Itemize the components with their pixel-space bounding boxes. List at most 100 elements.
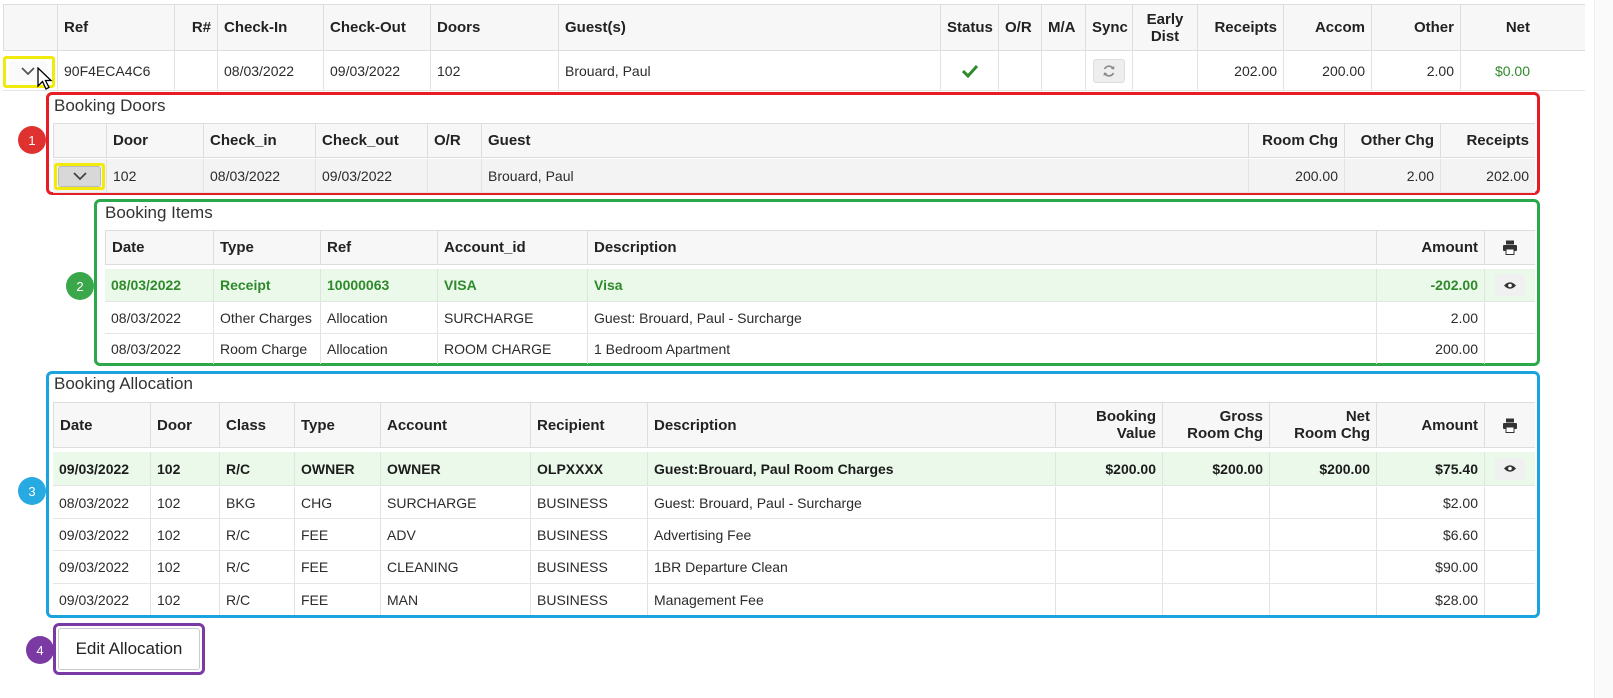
alloc-booking-value: [1055, 519, 1162, 550]
sync-cell: [1085, 51, 1132, 90]
col-receipts[interactable]: Receipts: [1440, 124, 1535, 157]
col-door[interactable]: Door: [106, 124, 203, 157]
print-cell: [1484, 231, 1535, 264]
status-cell: [940, 51, 998, 90]
allocation-row[interactable]: 08/03/2022 102 BKG CHG SURCHARGE BUSINESS Gues…: [53, 487, 1535, 519]
col-other[interactable]: Other: [1371, 5, 1460, 50]
alloc-amount: $75.40: [1376, 452, 1484, 485]
allocation-row[interactable]: 09/03/2022 102 R/C FEE MAN BUSINESS Management…: [53, 584, 1535, 615]
alloc-description: Management Fee: [647, 584, 1055, 615]
booking-doors-title: Booking Doors: [54, 96, 166, 115]
col-account-id[interactable]: Account_id: [437, 231, 587, 264]
col-description[interactable]: Description: [587, 231, 1376, 264]
col-type[interactable]: Type: [294, 403, 380, 447]
col-status[interactable]: Status: [940, 5, 998, 50]
alloc-date: 09/03/2022: [59, 559, 130, 575]
scrollbar[interactable]: [1594, 0, 1613, 698]
col-description[interactable]: Description: [647, 403, 1055, 447]
booking-item-row[interactable]: 08/03/2022 Other Charges Allocation SURC…: [105, 302, 1535, 334]
booking-allocation-title: Booking Allocation: [54, 374, 193, 393]
booking-row[interactable]: 90F4ECA4C6 08/03/2022 09/03/2022 102 Bro…: [3, 51, 1585, 91]
allocation-row[interactable]: 09/03/2022 102 R/C OWNER OWNER OLPXXXX Guest:B…: [53, 452, 1535, 486]
alloc-recipient: BUSINESS: [530, 519, 647, 550]
booking-doors-header: Door Check_in Check_out O/R Guest Room C…: [53, 123, 1535, 158]
col-check-in[interactable]: Check_in: [203, 124, 315, 157]
alloc-date: 09/03/2022: [59, 591, 130, 608]
edit-allocation-button[interactable]: Edit Allocation: [58, 628, 200, 670]
col-early-dist[interactable]: Early Dist: [1132, 5, 1197, 50]
col-guest[interactable]: Guest: [481, 124, 1248, 157]
alloc-class: R/C: [219, 584, 294, 615]
booking-item-row[interactable]: 08/03/2022 Room Charge Allocation ROOM C…: [105, 334, 1535, 364]
badge-3: 3: [18, 477, 46, 505]
col-or[interactable]: O/R: [427, 124, 481, 157]
edit-allocation-label: Edit Allocation: [75, 639, 183, 658]
alloc-recipient: BUSINESS: [530, 487, 647, 518]
booking-items-title: Booking Items: [105, 203, 213, 222]
col-ref[interactable]: Ref: [320, 231, 437, 264]
item-type: Receipt: [213, 269, 320, 301]
booking-ref: 90F4ECA4C6: [57, 51, 174, 90]
col-checkin[interactable]: Check-In: [217, 5, 323, 50]
col-or[interactable]: O/R: [998, 5, 1041, 50]
col-date[interactable]: Date: [53, 403, 150, 447]
col-date[interactable]: Date: [105, 231, 213, 264]
col-gross-room-chg[interactable]: Gross Room Chg: [1162, 403, 1269, 447]
col-checkout[interactable]: Check-Out: [323, 5, 430, 50]
col-booking-value[interactable]: Booking Value: [1055, 403, 1162, 447]
alloc-type: FEE: [294, 584, 380, 615]
col-type[interactable]: Type: [213, 231, 320, 264]
col-net-room-chg[interactable]: Net Room Chg: [1269, 403, 1376, 447]
allocation-row[interactable]: 09/03/2022 102 R/C FEE CLEANING BUSINESS 1BR D…: [53, 551, 1535, 584]
col-receipts[interactable]: Receipts: [1197, 5, 1283, 50]
door-number: 102: [106, 159, 203, 192]
col-sync[interactable]: Sync: [1085, 5, 1132, 50]
chevron-down-icon: [72, 172, 87, 181]
print-icon[interactable]: [1502, 240, 1518, 255]
col-other-chg[interactable]: Other Chg: [1344, 124, 1440, 157]
alloc-type: CHG: [294, 487, 380, 518]
booking-door-row[interactable]: 102 08/03/2022 09/03/2022 Brouard, Paul …: [53, 159, 1535, 193]
col-check-out[interactable]: Check_out: [315, 124, 427, 157]
col-amount[interactable]: Amount: [1376, 403, 1484, 447]
item-account-id: ROOM CHARGE: [437, 334, 587, 364]
col-ref[interactable]: Ref: [57, 5, 174, 50]
sync-button[interactable]: [1093, 58, 1125, 83]
col-net[interactable]: Net: [1460, 5, 1536, 50]
col-amount[interactable]: Amount: [1376, 231, 1484, 264]
view-button[interactable]: [1495, 274, 1525, 296]
view-cell: [1484, 269, 1535, 301]
alloc-class: R/C: [219, 519, 294, 550]
item-date: 08/03/2022: [111, 277, 182, 293]
print-icon[interactable]: [1502, 418, 1518, 433]
col-ma[interactable]: M/A: [1041, 5, 1085, 50]
col-door[interactable]: Door: [150, 403, 219, 447]
alloc-amount: $2.00: [1376, 487, 1484, 518]
col-rnum[interactable]: R#: [174, 5, 217, 50]
badge-4: 4: [26, 636, 54, 664]
col-doors[interactable]: Doors: [430, 5, 558, 50]
view-cell: [1484, 519, 1535, 550]
col-recipient[interactable]: Recipient: [530, 403, 647, 447]
allocation-row[interactable]: 09/03/2022 102 R/C FEE ADV BUSINESS Advertisin…: [53, 519, 1535, 551]
item-description: Visa: [587, 269, 1376, 301]
booking-allocation-header: Date Door Class Type Account Recipient D…: [53, 402, 1535, 448]
booking-accom: 200.00: [1283, 51, 1371, 90]
booking-item-row[interactable]: 08/03/2022 Receipt 10000063 VISA Visa -2…: [105, 269, 1535, 302]
sync-icon: [1103, 64, 1115, 77]
col-guests[interactable]: Guest(s): [558, 5, 940, 50]
col-class[interactable]: Class: [219, 403, 294, 447]
view-button[interactable]: [1495, 457, 1525, 480]
print-cell: [1484, 403, 1535, 447]
door-guest: Brouard, Paul: [481, 159, 1248, 192]
alloc-net-room-chg: [1269, 584, 1376, 615]
col-account[interactable]: Account: [380, 403, 530, 447]
col-room-chg[interactable]: Room Chg: [1248, 124, 1344, 157]
alloc-account: SURCHARGE: [380, 487, 530, 518]
item-description: Guest: Brouard, Paul - Surcharge: [587, 302, 1376, 333]
col-accom[interactable]: Accom: [1283, 5, 1371, 50]
alloc-amount: $90.00: [1376, 551, 1484, 583]
expand-door-button[interactable]: [58, 166, 101, 187]
item-ref: 10000063: [320, 269, 437, 301]
alloc-recipient: OLPXXXX: [530, 452, 647, 485]
